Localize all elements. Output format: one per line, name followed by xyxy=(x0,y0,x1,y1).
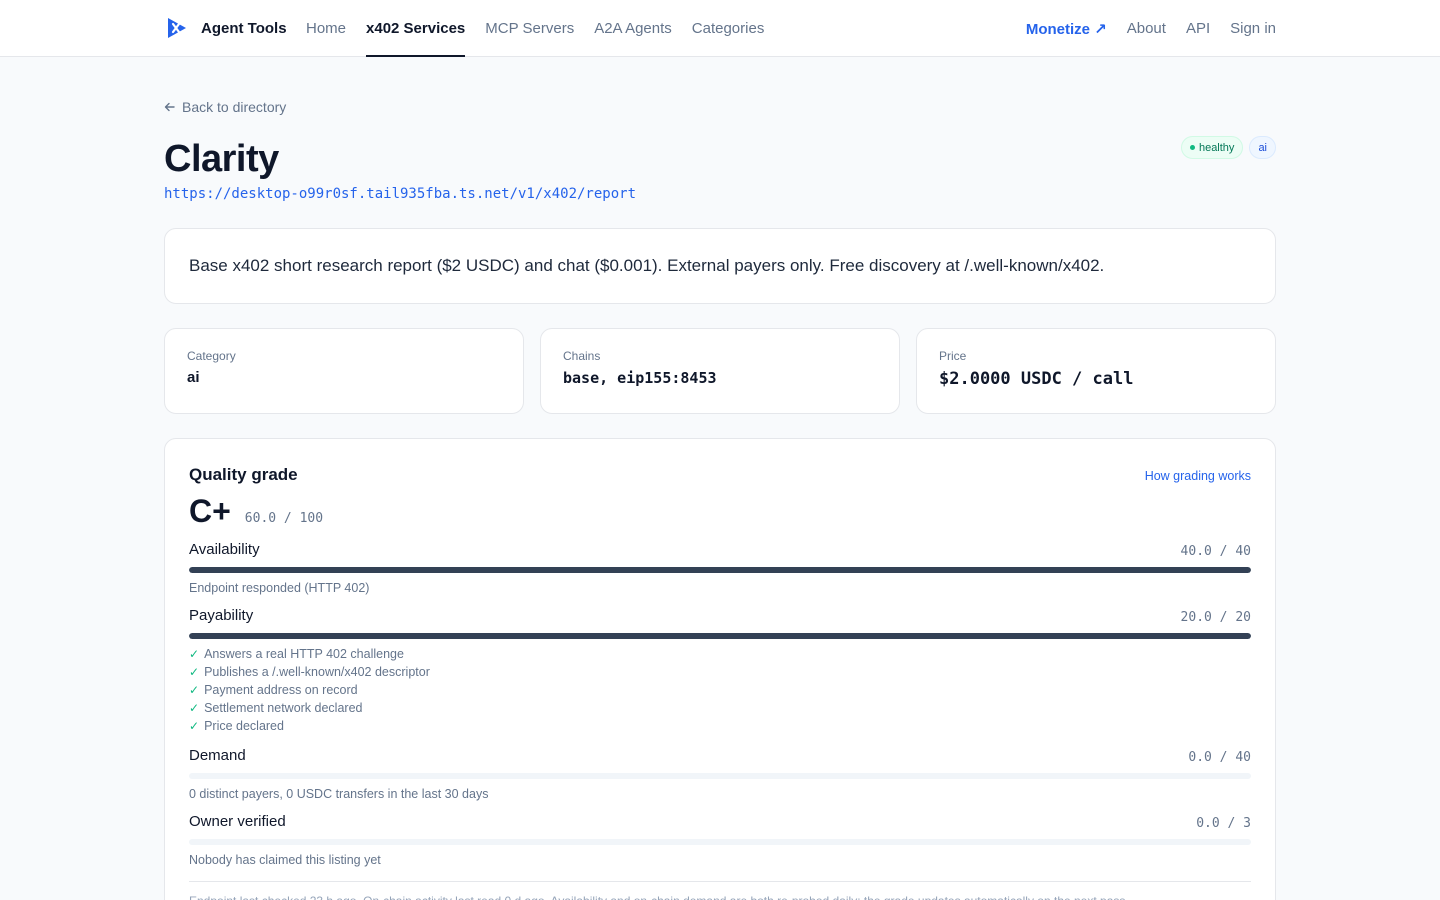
status-dot-icon xyxy=(1189,145,1195,150)
nav-sign-in[interactable]: Sign in xyxy=(1230,0,1276,57)
badges: healthy ai xyxy=(1180,136,1276,159)
category-badge[interactable]: ai xyxy=(1249,136,1276,159)
metric-score: 20.0 / 20 xyxy=(1180,610,1251,625)
stat-label: Price xyxy=(939,349,967,363)
nav-monetize[interactable]: Monetize ↗ xyxy=(1026,0,1107,57)
metric-header: Payability 20.0 / 20 xyxy=(189,607,1251,629)
check-icon: ✓ xyxy=(189,719,200,733)
check-icon: ✓ xyxy=(189,683,200,697)
nav-mcp-servers[interactable]: MCP Servers xyxy=(485,0,574,57)
metric-score: 40.0 / 40 xyxy=(1180,544,1251,559)
primary-nav: Home x402 Services MCP Servers A2A Agent… xyxy=(306,0,764,57)
how-grading-works-link[interactable]: How grading works xyxy=(1145,469,1251,483)
stat-chains: Chains base, eip155:8453 xyxy=(540,328,900,414)
check-item: ✓ Settlement network declared xyxy=(189,699,1251,717)
metric-note: Endpoint responded (HTTP 402) xyxy=(189,581,370,595)
check-item: ✓ Price declared xyxy=(189,717,1251,735)
top-nav: Agent Tools Home x402 Services MCP Serve… xyxy=(0,0,1440,57)
metric-demand: Demand 0.0 / 40 0 distinct payers, 0 USD… xyxy=(189,747,1251,801)
metric-note: Nobody has claimed this listing yet xyxy=(189,853,381,867)
stat-category: Category ai xyxy=(164,328,524,414)
metric-owner-verified: Owner verified 0.0 / 3 Nobody has claime… xyxy=(189,813,1251,867)
check-item: ✓ Publishes a /.well-known/x402 descripto… xyxy=(189,663,1251,681)
brand[interactable]: Agent Tools xyxy=(165,16,287,40)
description-text: Base x402 short research report ($2 USDC… xyxy=(189,256,1105,275)
check-icon: ✓ xyxy=(189,647,200,661)
metric-bar-fill xyxy=(189,567,1251,573)
stat-label: Chains xyxy=(563,349,601,363)
metric-payability: Payability 20.0 / 20 ✓ Answers a real HTT… xyxy=(189,607,1251,735)
metric-availability: Availability 40.0 / 40 Endpoint responde… xyxy=(189,541,1251,595)
last-checked-note: Endpoint last checked 23 h ago. On-chain… xyxy=(189,881,1251,900)
metric-note: 0 distinct payers, 0 USDC transfers in t… xyxy=(189,787,489,801)
secondary-nav: Monetize ↗ About API Sign in xyxy=(1026,0,1276,57)
check-label: Publishes a /.well-known/x402 descriptor xyxy=(204,665,430,679)
nav-about[interactable]: About xyxy=(1127,0,1166,57)
stat-price: Price $2.0000 USDC / call xyxy=(916,328,1276,414)
metric-bar xyxy=(189,773,1251,779)
back-to-directory-link[interactable]: Back to directory xyxy=(164,96,1276,118)
check-icon: ✓ xyxy=(189,701,200,715)
grade-row: C+ 60.0 / 100 xyxy=(189,493,1251,529)
stats-row: Category ai Chains base, eip155:8453 Pri… xyxy=(164,328,1276,414)
metric-score: 0.0 / 40 xyxy=(1188,750,1251,765)
service-title: Clarity xyxy=(164,138,279,180)
check-item: ✓ Answers a real HTTP 402 challenge xyxy=(189,645,1251,663)
stat-value: ai xyxy=(187,369,200,386)
grade-letter: C+ xyxy=(189,493,231,529)
nav-a2a-agents[interactable]: A2A Agents xyxy=(594,0,672,57)
metric-name: Owner verified xyxy=(189,813,286,830)
status-badge: healthy xyxy=(1180,136,1244,159)
metric-header: Availability 40.0 / 40 xyxy=(189,541,1251,563)
check-label: Answers a real HTTP 402 challenge xyxy=(204,647,404,661)
quality-header: Quality grade How grading works xyxy=(189,465,1251,489)
metric-header: Demand 0.0 / 40 xyxy=(189,747,1251,769)
check-label: Payment address on record xyxy=(204,683,358,697)
quality-card: Quality grade How grading works C+ 60.0 … xyxy=(164,438,1276,900)
metric-name: Demand xyxy=(189,747,246,764)
arrow-left-icon xyxy=(164,102,175,112)
nav-x402-services[interactable]: x402 Services xyxy=(366,0,466,57)
grade-score: 60.0 / 100 xyxy=(244,511,324,526)
metric-bar xyxy=(189,633,1251,639)
nav-home[interactable]: Home xyxy=(306,0,346,57)
description-card: Base x402 short research report ($2 USDC… xyxy=(164,228,1276,304)
status-badge-label: healthy xyxy=(1198,141,1235,154)
nav-api[interactable]: API xyxy=(1186,0,1210,57)
stat-value: base, eip155:8453 xyxy=(563,369,717,387)
back-label: Back to directory xyxy=(182,99,287,115)
endpoint-url[interactable]: https://desktop-o99r0sf.tail935fba.ts.ne… xyxy=(164,186,1276,202)
service-detail: Back to directory Clarity healthy ai htt… xyxy=(164,96,1276,900)
metric-name: Availability xyxy=(189,541,260,558)
title-row: Clarity healthy ai xyxy=(164,134,1276,184)
check-item: ✓ Payment address on record xyxy=(189,681,1251,699)
metric-name: Payability xyxy=(189,607,254,624)
check-icon: ✓ xyxy=(189,665,200,679)
brand-logo-icon xyxy=(168,18,186,38)
nav-categories[interactable]: Categories xyxy=(692,0,765,57)
stat-label: Category xyxy=(187,349,236,363)
check-label: Price declared xyxy=(204,719,284,733)
payability-checks: ✓ Answers a real HTTP 402 challenge ✓ Publ… xyxy=(189,645,1251,735)
metric-bar xyxy=(189,567,1251,573)
brand-name: Agent Tools xyxy=(201,19,287,37)
metric-score: 0.0 / 3 xyxy=(1196,816,1251,831)
check-label: Settlement network declared xyxy=(204,701,363,715)
metric-bar-fill xyxy=(189,633,1251,639)
stat-value: $2.0000 USDC / call xyxy=(939,369,1134,389)
metric-bar xyxy=(189,839,1251,845)
quality-title: Quality grade xyxy=(189,465,298,484)
metric-header: Owner verified 0.0 / 3 xyxy=(189,813,1251,835)
